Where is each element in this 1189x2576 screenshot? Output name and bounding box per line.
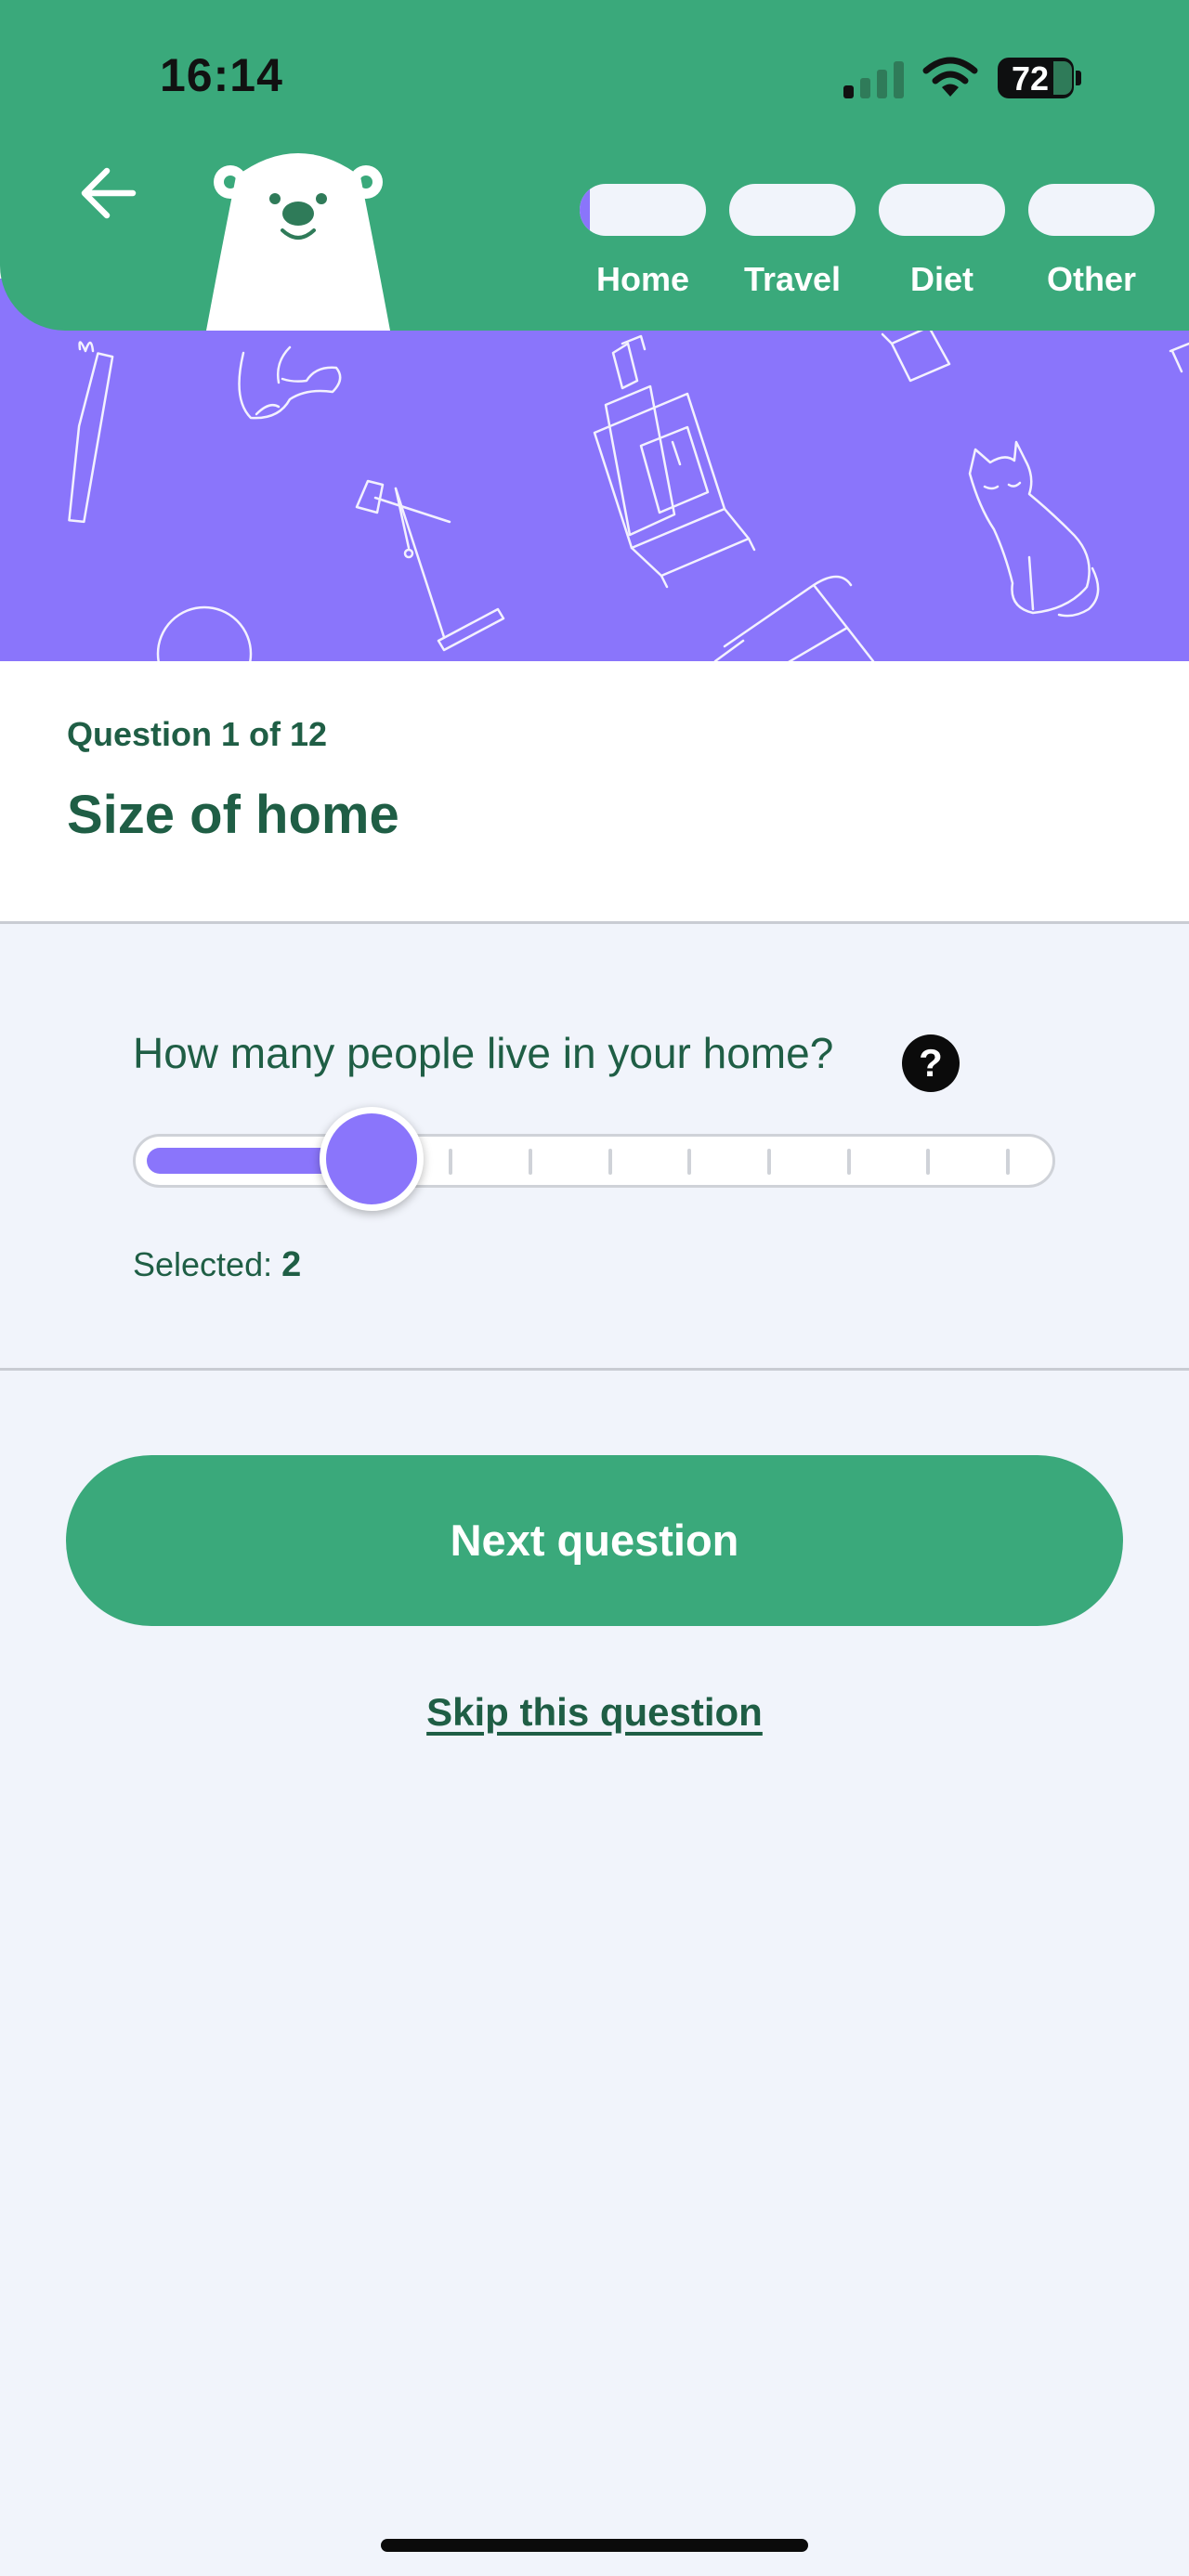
selected-readout: Selected: 2 — [133, 1245, 301, 1285]
question-mark-icon[interactable]: ? — [902, 1034, 960, 1092]
slider-tick — [1006, 1149, 1010, 1175]
stove-drawing — [593, 334, 756, 589]
box-drawing — [881, 325, 1189, 383]
ball-drawing — [156, 605, 253, 661]
slider-tick — [449, 1149, 453, 1175]
skip-question-link[interactable]: Skip this question — [0, 1690, 1189, 1735]
illustration-banner — [0, 279, 1189, 661]
step-fill — [580, 184, 590, 236]
slider-tick — [687, 1149, 692, 1175]
back-button[interactable] — [67, 156, 150, 230]
header: 16:14 72 Home Travel Diet Other — [0, 0, 1189, 331]
home-indicator — [381, 2539, 808, 2552]
slider-tick — [529, 1149, 532, 1175]
polar-bear-mascot — [206, 153, 390, 331]
cat-drawing — [968, 440, 1100, 618]
step-track — [580, 184, 706, 236]
wifi-icon — [922, 57, 978, 97]
step-label: Other — [1046, 260, 1136, 298]
step-other[interactable]: Other — [1026, 182, 1156, 303]
step-label: Home — [595, 260, 690, 298]
step-track — [1028, 184, 1155, 236]
floor-lamp-drawing — [355, 479, 505, 652]
slider-tick — [608, 1149, 612, 1175]
selected-value: 2 — [281, 1245, 302, 1284]
step-travel[interactable]: Travel — [727, 182, 857, 303]
battery-level: 72 — [1011, 59, 1050, 98]
slider-tick — [767, 1149, 771, 1175]
status-time: 16:14 — [160, 49, 283, 101]
battery-icon: 72 — [998, 58, 1074, 98]
question-card: Question 1 of 12 Size of home — [0, 661, 1189, 924]
slider-thumb[interactable] — [319, 1107, 424, 1211]
battery-cap — [1076, 71, 1081, 85]
selected-label: Selected: — [133, 1245, 282, 1283]
step-home[interactable]: Home — [578, 182, 708, 303]
slider-tick — [926, 1149, 931, 1175]
dog-drawing — [238, 345, 342, 420]
step-label: Travel — [743, 260, 842, 298]
step-track — [729, 184, 856, 236]
arrow-left-icon — [81, 167, 137, 219]
vacuum-drawing — [713, 575, 875, 661]
category-progress: Home Travel Diet Other — [578, 182, 1159, 312]
cellular-signal-icon — [843, 61, 904, 98]
question-counter: Question 1 of 12 — [67, 715, 328, 753]
people-count-slider[interactable] — [133, 1107, 1055, 1211]
next-question-button[interactable]: Next question — [66, 1455, 1123, 1626]
home-objects-illustration — [68, 325, 1189, 661]
step-label: Diet — [909, 260, 973, 298]
question-title: Size of home — [67, 785, 399, 845]
step-track — [879, 184, 1005, 236]
step-diet[interactable]: Diet — [877, 182, 1007, 303]
toothbrush-drawing — [68, 341, 114, 524]
slider-section: How many people live in your home? ? Sel… — [0, 924, 1189, 1371]
slider-tick — [846, 1149, 851, 1175]
slider-prompt: How many people live in your home? — [133, 1029, 834, 1077]
